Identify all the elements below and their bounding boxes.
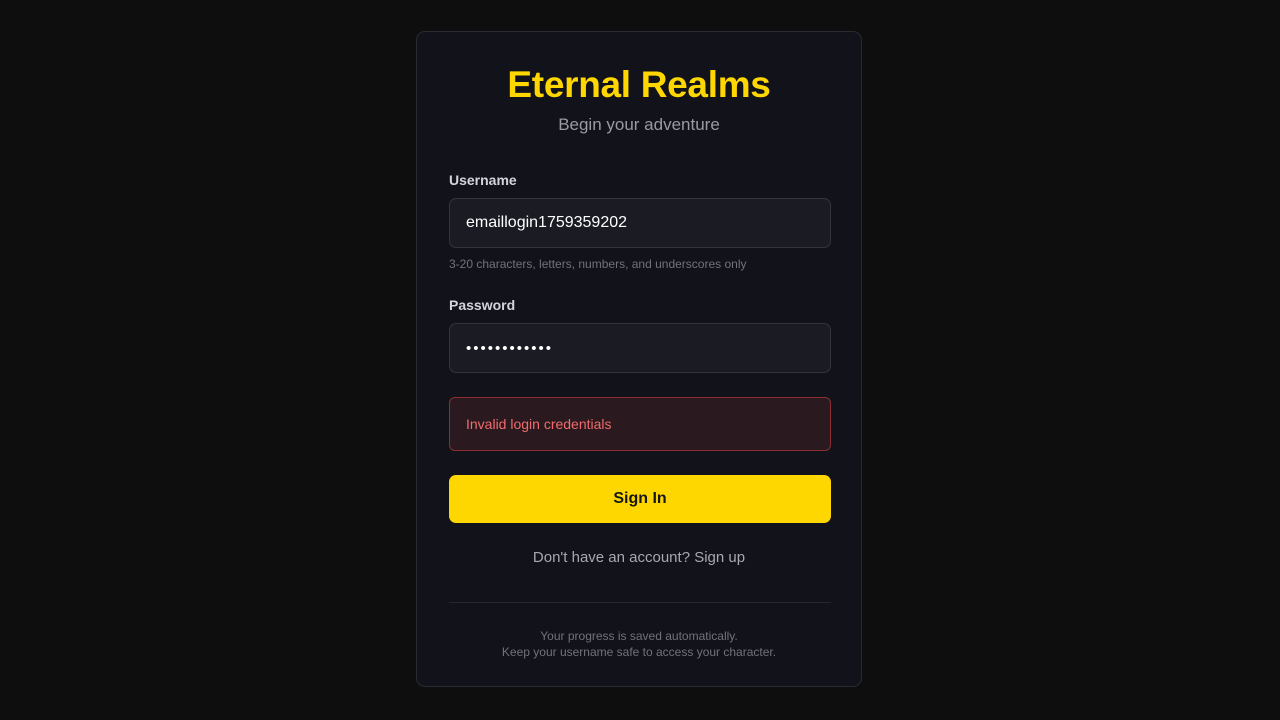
login-card: Eternal Realms Begin your adventure User… <box>416 31 862 687</box>
footer-note: Your progress is saved automatically. Ke… <box>449 628 829 660</box>
footer-line-1: Your progress is saved automatically. <box>540 629 738 643</box>
sign-in-button[interactable]: Sign In <box>449 475 831 523</box>
footer-line-2: Keep your username safe to access your c… <box>501 645 777 659</box>
error-message: Invalid login credentials <box>449 397 831 451</box>
page-title: Eternal Realms <box>507 64 771 105</box>
divider <box>449 602 831 603</box>
page-subtitle: Begin your adventure <box>558 115 720 134</box>
signup-row: Don't have an account? Sign up <box>449 549 829 567</box>
username-hint: 3-20 characters, letters, numbers, and u… <box>449 257 747 271</box>
password-input[interactable] <box>449 323 831 373</box>
signup-prompt: Don't have an account? <box>532 549 691 566</box>
username-input[interactable] <box>449 198 831 248</box>
password-label: Password <box>449 297 516 313</box>
sign-up-link[interactable]: Sign up <box>694 549 745 566</box>
username-label: Username <box>449 172 517 188</box>
